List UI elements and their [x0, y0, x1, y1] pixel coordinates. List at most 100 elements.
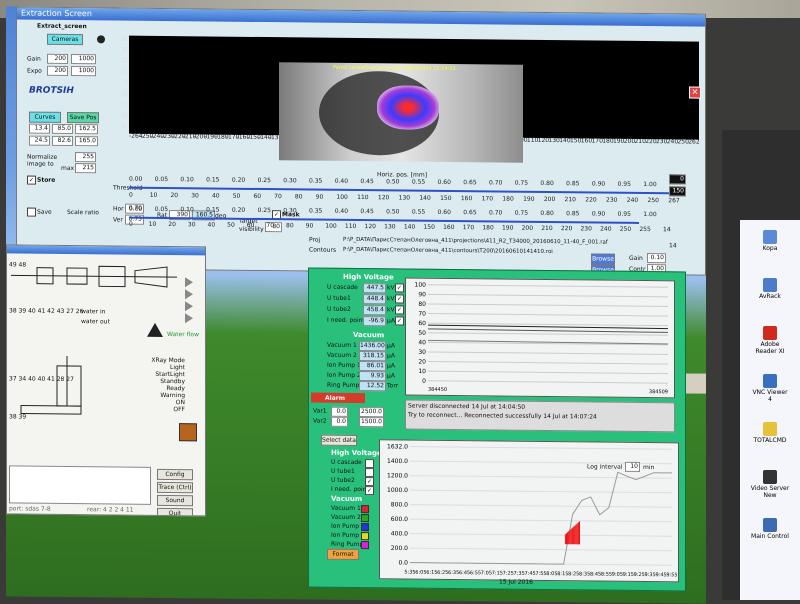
arrow-right-icon-2[interactable]	[185, 289, 193, 300]
chart-hv-checkbox[interactable]: ✓	[365, 486, 374, 496]
chart-hv-checkbox[interactable]	[365, 468, 374, 478]
bottom-chart-y-tick: 400.0	[391, 530, 408, 537]
bottom-chart-gridline	[410, 518, 672, 523]
select-data-button[interactable]: Select data	[321, 434, 357, 447]
bottom-chart-y-tick: 1200.0	[387, 472, 408, 479]
vac-row-value[interactable]: 1436.00	[359, 341, 386, 352]
ruler-tick-label: 190	[523, 195, 535, 203]
desktop-icon[interactable]: AvRack	[750, 278, 790, 300]
arrow-right-icon-4[interactable]	[185, 313, 193, 324]
save-pos-button[interactable]: Save Pos	[67, 111, 99, 124]
xray-mode-list: XRay Mode Light StartLight Standby Ready Warn…	[147, 357, 185, 413]
desktop-icon[interactable]: TOTALCMD	[750, 422, 790, 444]
bottom-chart-x-tick: 6:45	[459, 570, 470, 576]
ruler-tick-label: 0.05	[154, 175, 169, 184]
dose-action-button[interactable]: Sound	[157, 494, 193, 507]
var-row-value-2[interactable]: 2500.0	[359, 407, 384, 418]
end-value-1: 14	[663, 226, 671, 234]
ruler-tick-label: 100	[336, 193, 348, 201]
dose-action-button[interactable]: Trace (Ctrl)	[157, 481, 193, 494]
desktop-app-icon	[763, 518, 777, 532]
ruler-tick-label: 255	[639, 225, 651, 234]
hv-row-value[interactable]: 448.4	[363, 294, 386, 305]
ruler-tick-label: 0.95	[617, 180, 631, 188]
cameras-button[interactable]: Cameras	[47, 33, 83, 46]
log-interval-field[interactable]: 10	[625, 461, 640, 472]
xray-image: ParisСтепанОлеговна_411 15/07/2016 11:14…	[279, 62, 523, 163]
max-field[interactable]: 215	[75, 163, 96, 174]
ruler-tick-label: 0.60	[437, 178, 451, 186]
top-chart: 100 90 80 70 60 50 40 30 20 10 0 384450 384509	[405, 277, 675, 399]
arrow-right-icon-1[interactable]	[185, 277, 193, 288]
hv-row-checkbox[interactable]: ✓	[395, 305, 404, 315]
vac-row-value[interactable]: 86.01	[359, 361, 386, 372]
pos-field-2[interactable]: 85.0	[52, 123, 73, 135]
hv-row-checkbox[interactable]: ✓	[395, 294, 404, 304]
save-checkbox[interactable]	[27, 207, 36, 217]
pos-field-1[interactable]: 13.4	[29, 123, 50, 134]
chart-vac-item: Vacuum 1	[331, 504, 361, 513]
bottom-chart-x-tick: 6:25	[437, 570, 448, 576]
hv-row-label: U tube1	[327, 294, 351, 302]
warning-triangle-icon	[147, 322, 163, 337]
normalize-field[interactable]: 255	[75, 152, 96, 163]
status-right: rear: 4 2 2 4 11	[87, 506, 134, 514]
ruler-tick-label: 50	[232, 192, 241, 200]
right-value-1[interactable]: 0	[669, 174, 686, 185]
bottom-chart-gridline	[410, 504, 672, 508]
pos-field-4[interactable]: 24.5	[29, 135, 50, 146]
top-chart-y-tick: 30	[418, 349, 426, 356]
vac-row-value[interactable]: 12.52	[359, 381, 386, 392]
store-checkbox[interactable]: ✓	[27, 175, 36, 185]
pos-field-3[interactable]: 162.5	[75, 124, 98, 135]
top-chart-series-line	[427, 328, 669, 333]
extract-screen-label: Extract_screen	[37, 22, 87, 31]
top-chart-y-tick: 60	[418, 320, 426, 327]
var-row-value-2[interactable]: 1500.0	[359, 417, 384, 428]
arrow-right-icon-3[interactable]	[185, 301, 193, 312]
bottom-chart-gridline	[410, 533, 672, 537]
desktop-icon[interactable]: Adobe Reader XI	[750, 326, 790, 355]
image-close-button[interactable]: ✕	[689, 86, 701, 99]
vac-row-value[interactable]: 9.93	[359, 371, 386, 382]
desktop-icon[interactable]: Video Server New	[750, 470, 790, 499]
right-value-2[interactable]: 150	[669, 186, 686, 197]
vac-row-value[interactable]: 318.15	[359, 351, 386, 362]
hv-row-checkbox[interactable]: ✓	[395, 283, 404, 293]
dose-window: 49 48 38 39 40 41 42 43 27 26 water in w…	[6, 244, 206, 517]
browse-proj-button[interactable]: Browse	[591, 253, 615, 265]
desktop-icon-main[interactable]	[686, 373, 706, 394]
pos-field-5[interactable]: 82.6	[52, 135, 73, 147]
desktop-icon[interactable]: VNC Viewer 4	[750, 374, 790, 403]
top-chart-y-tick: 70	[418, 310, 426, 317]
hv-row-value[interactable]: -96.9	[363, 316, 386, 327]
ruler-tick-label: 40	[211, 192, 220, 200]
vac-row-label: Ion Pump 1	[327, 361, 361, 370]
dose-action-button[interactable]: Config	[157, 468, 193, 481]
bottom-chart-x-tick: 5:35	[404, 570, 415, 576]
chart-hv-checkbox[interactable]: ✓	[365, 477, 374, 487]
gain2-field[interactable]: 0.10	[647, 253, 666, 264]
top-chart-gridline	[428, 380, 668, 384]
xray-mode-item: OFF	[173, 406, 185, 414]
hv-row-checkbox[interactable]: ✓	[395, 316, 404, 326]
hv-row-label: U cascade	[327, 283, 358, 292]
desktop-icon[interactable]: Main Control	[750, 518, 790, 540]
chart-hv-checkbox[interactable]	[365, 459, 374, 469]
var-row-value-1[interactable]: 0.0	[331, 406, 348, 417]
dose-action-button[interactable]: Quit	[157, 507, 193, 517]
var-row-value-1[interactable]: 0.0	[331, 416, 348, 427]
hv-row-value[interactable]: 447.5	[363, 283, 386, 294]
gain-field-2[interactable]: 1000	[71, 54, 96, 65]
pos-field-6[interactable]: 165.0	[75, 136, 98, 147]
second-monitor-desktop: Kopa AvRack Adobe Reader XI VNC Viewer 4 TOT…	[740, 220, 800, 600]
ruler-tick-label: -40	[119, 123, 129, 131]
curves-button[interactable]: Curves	[29, 111, 61, 123]
desktop-icon[interactable]: Kopa	[750, 230, 790, 252]
log-textarea[interactable]	[9, 465, 151, 505]
expo-field-1[interactable]: 200	[47, 65, 68, 76]
gain-field-1[interactable]: 200	[47, 53, 68, 64]
expo-field-2[interactable]: 1000	[71, 66, 96, 77]
format-button[interactable]: Format	[327, 548, 359, 561]
hv-row-value[interactable]: 458.4	[363, 305, 386, 316]
